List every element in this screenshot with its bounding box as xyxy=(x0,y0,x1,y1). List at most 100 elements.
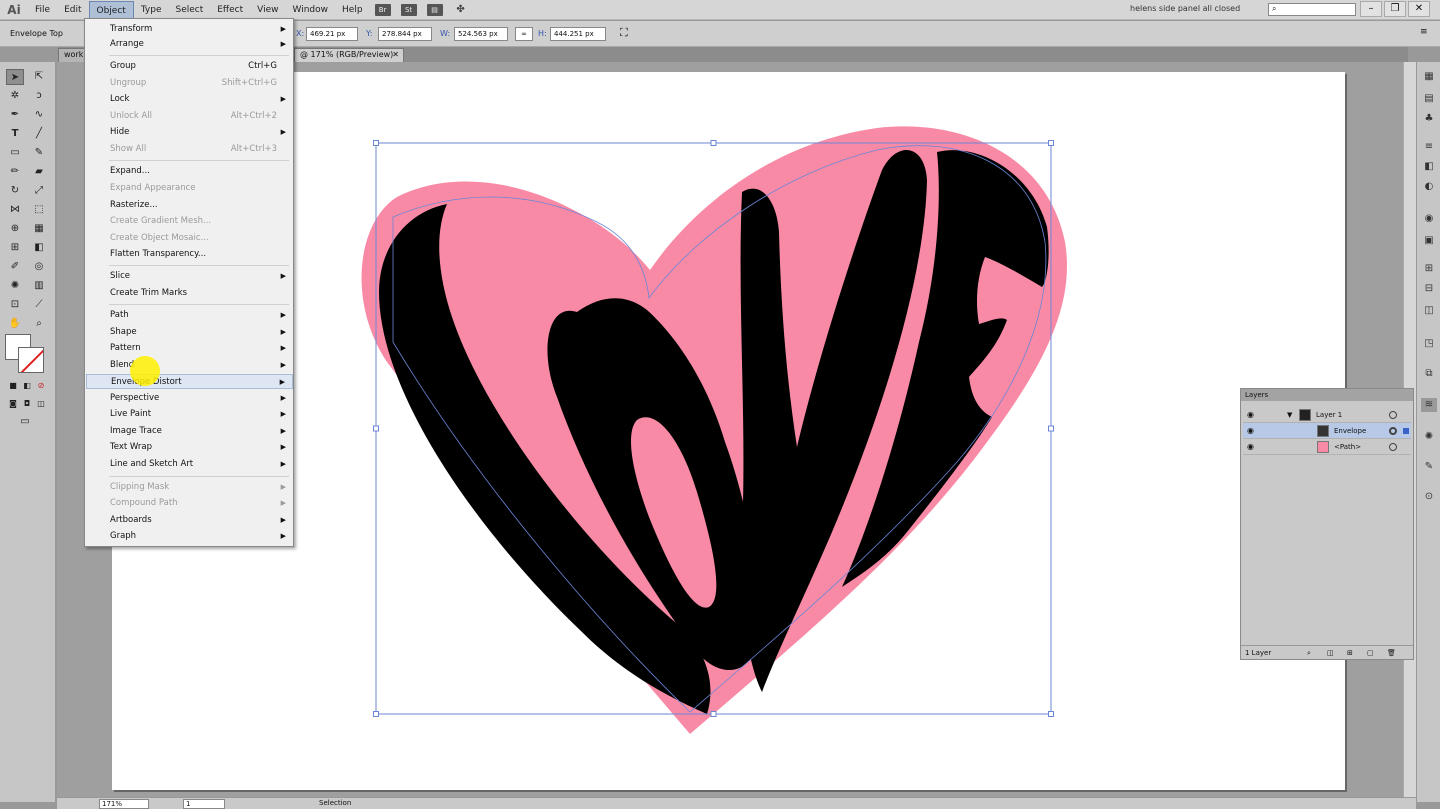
hand-tool-icon[interactable]: ✋ xyxy=(6,316,24,332)
menu-item-hide[interactable]: Hide ▶ xyxy=(86,125,293,140)
menu-item-clipping-mask[interactable]: Clipping Mask ▶ xyxy=(86,480,293,495)
h-field[interactable]: 444.251 px xyxy=(550,27,606,41)
make-clipping-mask-icon[interactable]: ◫ xyxy=(1327,646,1334,660)
layers-panel-title[interactable]: Layers xyxy=(1241,389,1413,401)
menu-item-expand[interactable]: Expand... xyxy=(86,164,293,179)
direct-selection-tool-icon[interactable]: ⇱ xyxy=(30,69,48,85)
navigator-panel-icon[interactable]: ⊙ xyxy=(1421,490,1437,504)
locate-object-icon[interactable]: ⌕ xyxy=(1307,646,1311,660)
layers-active-icon[interactable]: ≋ xyxy=(1421,398,1437,412)
gpu-icon[interactable]: ✤ xyxy=(453,4,469,16)
magic-wand-tool-icon[interactable]: ✲ xyxy=(6,88,24,104)
panel-menu-icon[interactable]: ≡ xyxy=(1420,27,1428,37)
menu-type[interactable]: Type xyxy=(134,1,169,19)
selection-indicator[interactable] xyxy=(1403,428,1409,434)
zoom-tool-icon[interactable]: ⌕ xyxy=(30,316,48,332)
sublayer-name[interactable]: <Path> xyxy=(1334,439,1361,455)
mesh-tool-icon[interactable]: ⊞ xyxy=(6,240,24,256)
x-field[interactable]: 469.21 px xyxy=(306,27,358,41)
menu-item-compound-path[interactable]: Compound Path ▶ xyxy=(86,496,293,511)
gradient-panel-icon[interactable]: ◧ xyxy=(1421,160,1437,174)
delete-layer-icon[interactable]: 🗑 xyxy=(1387,646,1396,660)
type-tool-icon[interactable]: T xyxy=(6,126,24,142)
w-field[interactable]: 524.563 px xyxy=(454,27,508,41)
layer-row[interactable]: ◉ ▼ Layer 1 xyxy=(1243,407,1411,423)
menu-item-transform[interactable]: Transform ▶ xyxy=(86,22,293,37)
gradient-tool-icon[interactable]: ◧ xyxy=(30,240,48,256)
menu-item-create-gradient-mesh[interactable]: Create Gradient Mesh... xyxy=(86,214,293,229)
sublayer-row-path[interactable]: ◉ <Path> xyxy=(1243,439,1411,455)
menu-item-artboards[interactable]: Artboards ▶ xyxy=(86,513,293,528)
tab-document-2[interactable]: @ 171% (RGB/Preview) ✕ xyxy=(294,48,404,62)
blend-tool-icon[interactable]: ◎ xyxy=(30,259,48,275)
pencil-tool-icon[interactable]: ✏ xyxy=(6,164,24,180)
visibility-eye-icon[interactable]: ◉ xyxy=(1247,407,1254,423)
color-guide-icon[interactable]: ▤ xyxy=(1421,92,1437,106)
menu-item-create-object-mosaic[interactable]: Create Object Mosaic... xyxy=(86,231,293,246)
restore-button[interactable]: ❐ xyxy=(1384,1,1406,17)
menu-item-ungroup[interactable]: Ungroup Shift+Ctrl+G xyxy=(86,76,293,91)
close-window-button[interactable]: ✕ xyxy=(1408,1,1430,17)
menu-item-text-wrap[interactable]: Text Wrap ▶ xyxy=(86,440,293,455)
bridge-icon[interactable]: Br xyxy=(374,3,391,16)
draw-inside-icon[interactable]: ◫ xyxy=(32,396,50,412)
eyedropper-tool-icon[interactable]: ✐ xyxy=(6,259,24,275)
free-transform-tool-icon[interactable]: ⬚ xyxy=(30,202,48,218)
menu-file[interactable]: File xyxy=(28,1,57,19)
layer-name[interactable]: Layer 1 xyxy=(1316,407,1342,423)
pathfinder-icon[interactable]: ◫ xyxy=(1421,304,1437,318)
symbol-sprayer-tool-icon[interactable]: ✺ xyxy=(6,278,24,294)
close-tab-icon[interactable]: ✕ xyxy=(392,49,399,61)
menu-help[interactable]: Help xyxy=(335,1,370,19)
perspective-grid-tool-icon[interactable]: ▦ xyxy=(30,221,48,237)
menu-item-lock[interactable]: Lock ▶ xyxy=(86,92,293,107)
menu-item-rasterize[interactable]: Rasterize... xyxy=(86,198,293,213)
menu-edit[interactable]: Edit xyxy=(57,1,88,19)
sublayer-name[interactable]: Envelope xyxy=(1334,423,1366,439)
y-field[interactable]: 278.844 px xyxy=(378,27,432,41)
visibility-eye-icon[interactable]: ◉ xyxy=(1247,439,1254,455)
new-sublayer-icon[interactable]: ⊞ xyxy=(1347,646,1353,660)
sublayer-row-envelope[interactable]: ◉ Envelope xyxy=(1243,423,1411,439)
menu-view[interactable]: View xyxy=(250,1,285,19)
transform-panel-icon[interactable]: ⊞ xyxy=(1421,262,1437,276)
menu-object[interactable]: Object xyxy=(88,0,134,19)
none-mode-icon[interactable]: ⊘ xyxy=(32,378,50,394)
screen-mode-icon[interactable]: ▭ xyxy=(16,414,34,430)
menu-item-create-trim-marks[interactable]: Create Trim Marks xyxy=(86,286,293,301)
target-circle-icon[interactable] xyxy=(1389,443,1397,451)
menu-item-expand-appearance[interactable]: Expand Appearance xyxy=(86,181,293,196)
artboard-number-field[interactable]: 1 xyxy=(183,799,225,809)
rotate-tool-icon[interactable]: ↻ xyxy=(6,183,24,199)
transparency-panel-icon[interactable]: ◐ xyxy=(1421,180,1437,194)
stock-icon[interactable]: St xyxy=(400,3,417,16)
stroke-panel-icon[interactable]: ≡ xyxy=(1421,140,1437,154)
menu-item-group[interactable]: Group Ctrl+G xyxy=(86,59,293,74)
rectangle-tool-icon[interactable]: ▭ xyxy=(6,145,24,161)
selection-tool-icon[interactable]: ➤ xyxy=(6,69,24,85)
layers-panel-icon[interactable]: ◳ xyxy=(1421,337,1437,351)
paintbrush-tool-icon[interactable]: ✎ xyxy=(30,145,48,161)
menu-window[interactable]: Window xyxy=(286,1,336,19)
symbols-panel-icon[interactable]: ✺ xyxy=(1421,430,1437,444)
menu-item-pattern[interactable]: Pattern ▶ xyxy=(86,341,293,356)
artboards-panel-icon[interactable]: ⧉ xyxy=(1421,367,1437,381)
scale-tool-icon[interactable]: ⤢ xyxy=(30,183,48,199)
visibility-eye-icon[interactable]: ◉ xyxy=(1247,423,1254,439)
menu-item-slice[interactable]: Slice ▶ xyxy=(86,269,293,284)
menu-effect[interactable]: Effect xyxy=(210,1,250,19)
menu-select[interactable]: Select xyxy=(168,1,210,19)
menu-item-line-and-sketch-art[interactable]: Line and Sketch Art ▶ xyxy=(86,457,293,472)
libraries-icon[interactable]: ♣ xyxy=(1421,112,1437,126)
color-panel-icon[interactable]: ▦ xyxy=(1421,70,1437,84)
menu-item-arrange[interactable]: Arrange ▶ xyxy=(86,37,293,52)
new-layer-icon[interactable]: ▢ xyxy=(1367,646,1374,660)
zoom-level-field[interactable]: 171% xyxy=(99,799,149,809)
curvature-tool-icon[interactable]: ∿ xyxy=(30,107,48,123)
menu-item-unlock-all[interactable]: Unlock All Alt+Ctrl+2 xyxy=(86,109,293,124)
width-tool-icon[interactable]: ⋈ xyxy=(6,202,24,218)
menu-item-shape[interactable]: Shape ▶ xyxy=(86,325,293,340)
transform-icon[interactable]: ⛶ xyxy=(620,26,628,40)
target-circle-icon[interactable] xyxy=(1389,427,1397,435)
menu-item-live-paint[interactable]: Live Paint ▶ xyxy=(86,407,293,422)
